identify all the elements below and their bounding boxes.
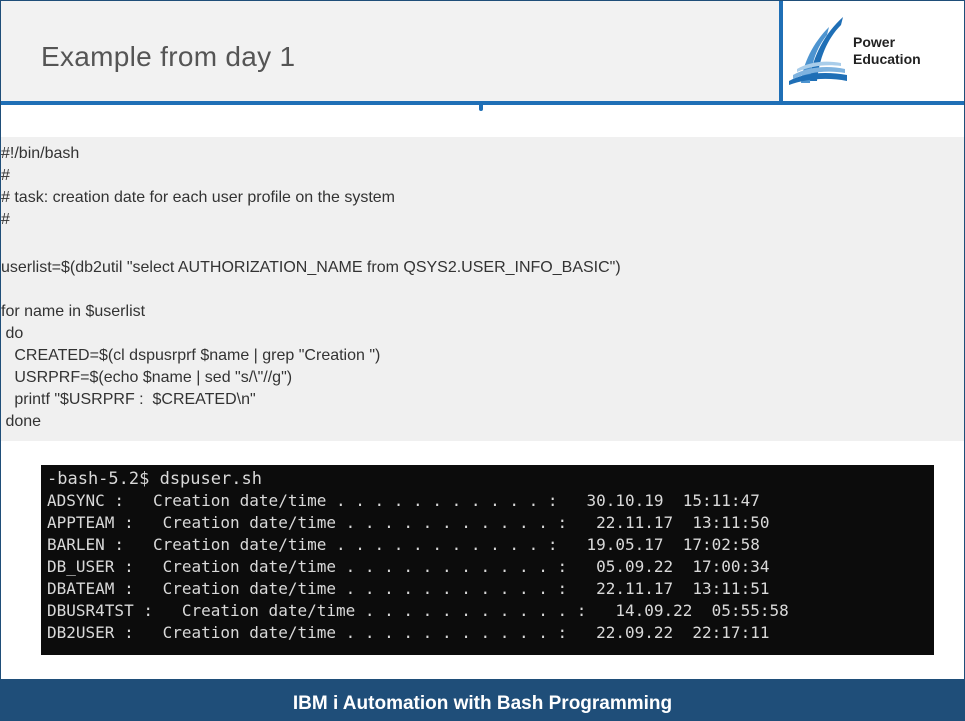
script-line: # bbox=[1, 211, 10, 228]
slide: Example from day 1 Power Education #!/bi… bbox=[0, 0, 965, 721]
footer-text: IBM i Automation with Bash Programming bbox=[292, 693, 673, 714]
slide-footer: IBM i Automation with Bash Programming bbox=[1, 679, 964, 720]
terminal-output: -bash-5.2$ dspuser.sh ADSYNC : Creation … bbox=[41, 465, 934, 655]
logo: Power Education bbox=[783, 1, 964, 101]
script-line: printf "$USRPRF : $CREATED\n" bbox=[1, 391, 256, 408]
terminal-line: DB2USER : Creation date/time . . . . . .… bbox=[47, 623, 770, 642]
terminal-line: DBATEAM : Creation date/time . . . . . .… bbox=[47, 579, 770, 598]
power-education-logo-icon bbox=[789, 17, 847, 85]
script-line: # bbox=[1, 167, 10, 184]
script-line: USRPRF=$(echo $name | sed "s/\"//g") bbox=[1, 369, 293, 386]
bash-script-block: #!/bin/bash # # task: creation date for … bbox=[1, 137, 964, 441]
script-line: #!/bin/bash bbox=[1, 145, 80, 162]
script-line: # task: creation date for each user prof… bbox=[1, 189, 395, 206]
script-line: CREATED=$(cl dspusrprf $name | grep "Cre… bbox=[1, 347, 381, 364]
script-line: do bbox=[1, 325, 24, 342]
terminal-prompt: -bash-5.2$ dspuser.sh bbox=[47, 469, 262, 489]
logo-text-line2: Education bbox=[853, 51, 921, 67]
logo-text: Power Education bbox=[853, 34, 921, 68]
slide-title: Example from day 1 bbox=[41, 41, 296, 72]
script-line: userlist=$(db2util "select AUTHORIZATION… bbox=[1, 259, 621, 276]
terminal-line: DB_USER : Creation date/time . . . . . .… bbox=[47, 557, 770, 576]
logo-text-line1: Power bbox=[853, 34, 896, 50]
script-line: done bbox=[1, 413, 42, 430]
terminal-line: DBUSR4TST : Creation date/time . . . . .… bbox=[47, 601, 789, 620]
terminal-line: APPTEAM : Creation date/time . . . . . .… bbox=[47, 513, 770, 532]
terminal-line: BARLEN : Creation date/time . . . . . . … bbox=[47, 535, 760, 554]
terminal-line: ADSYNC : Creation date/time . . . . . . … bbox=[47, 491, 760, 510]
decorative-mark bbox=[479, 105, 483, 111]
script-line: for name in $userlist bbox=[1, 303, 146, 320]
